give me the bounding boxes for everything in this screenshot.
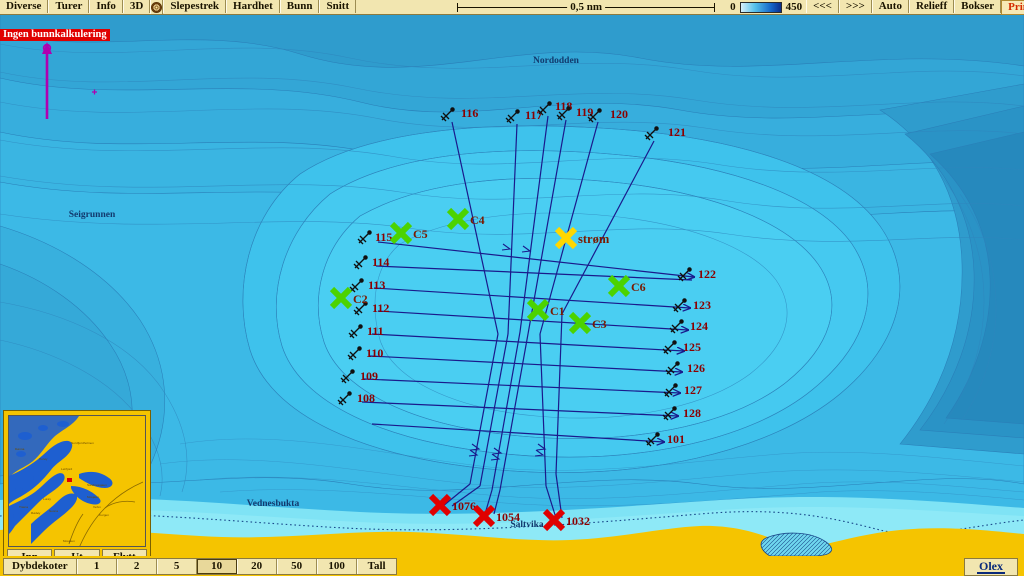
waypoint-label: 112 bbox=[372, 301, 389, 315]
waypoint-label: 114 bbox=[372, 255, 389, 269]
waypoint-label: 123 bbox=[693, 298, 711, 312]
overview-map-image[interactable]: Nordfjordholmen Dønna Leirfjord Sandness… bbox=[8, 415, 146, 547]
svg-text:Mosjøen: Mosjøen bbox=[87, 495, 99, 499]
waypoint-label: 101 bbox=[667, 432, 685, 446]
svg-text:Leirfjord: Leirfjord bbox=[61, 467, 72, 471]
marker-label: 1032 bbox=[566, 514, 590, 528]
menu-diverse[interactable]: Diverse bbox=[0, 0, 49, 13]
menu-turer[interactable]: Turer bbox=[48, 0, 90, 13]
svg-text:Rødøy: Rødøy bbox=[31, 511, 41, 515]
zoom-in-button[interactable]: Inn bbox=[7, 549, 53, 556]
waypoint-label: 117 bbox=[525, 108, 542, 122]
svg-text:Korgen: Korgen bbox=[99, 513, 109, 517]
menu-hardhet[interactable]: Hardhet bbox=[226, 0, 280, 13]
prev-button[interactable]: <<< bbox=[806, 0, 839, 13]
waypoint-label: 108 bbox=[357, 391, 375, 405]
waypoint-label: 128 bbox=[683, 406, 701, 420]
menu-bunn[interactable]: Bunn bbox=[279, 0, 320, 13]
contour-button-100[interactable]: 100 bbox=[316, 558, 357, 574]
print-button[interactable]: Print bbox=[1001, 0, 1024, 15]
marker-label: C5 bbox=[413, 227, 428, 241]
place-label: Nordodden bbox=[533, 56, 580, 66]
auto-button[interactable]: Auto bbox=[871, 0, 909, 13]
overview-buttons: Inn Ut Flytt bbox=[7, 549, 147, 556]
marker-label: C3 bbox=[592, 317, 607, 331]
menu-info[interactable]: Info bbox=[89, 0, 123, 13]
waypoint-label: 119 bbox=[576, 105, 593, 119]
waypoint-label: 111 bbox=[367, 324, 384, 338]
waypoint-label: 124 bbox=[690, 319, 708, 333]
contour-button-2[interactable]: 2 bbox=[116, 558, 157, 574]
pan-button[interactable]: Flytt bbox=[101, 549, 147, 556]
olex-logo: Olex bbox=[964, 558, 1018, 576]
menu-slepestrek[interactable]: Slepestrek bbox=[163, 0, 227, 13]
marker-label: C1 bbox=[550, 304, 565, 318]
menu-snitt[interactable]: Snitt bbox=[319, 0, 357, 13]
contour-button-1[interactable]: 1 bbox=[76, 558, 117, 574]
waypoint-label: 126 bbox=[687, 361, 705, 375]
svg-text:Herøy: Herøy bbox=[39, 457, 48, 461]
marker-label: C4 bbox=[470, 213, 485, 227]
contour-button-5[interactable]: 5 bbox=[156, 558, 197, 574]
olex-logo-text: Olex bbox=[977, 559, 1005, 574]
waypoint-label: 118 bbox=[555, 99, 572, 113]
svg-text:Lurøy: Lurøy bbox=[43, 497, 51, 501]
waypoint-label: 125 bbox=[683, 340, 701, 354]
svg-text:Vefsn: Vefsn bbox=[93, 505, 101, 509]
marker-label: 1076 bbox=[452, 499, 476, 513]
waypoint-label: 113 bbox=[368, 278, 385, 292]
contour-button-tall[interactable]: Tall bbox=[356, 558, 396, 574]
waypoint-label: 122 bbox=[698, 267, 716, 281]
place-label: Vednesbukta bbox=[247, 499, 300, 509]
bokser-button[interactable]: Bokser bbox=[954, 0, 1002, 13]
waypoint-label: 109 bbox=[360, 369, 378, 383]
contour-button-50[interactable]: 50 bbox=[276, 558, 317, 574]
depth-color-ramp[interactable] bbox=[739, 1, 782, 13]
marker-label: 1054 bbox=[496, 510, 520, 524]
top-toolbar: Diverse Turer Info 3D Slepestrek Hardhet… bbox=[0, 0, 1024, 15]
waypoint-label: 116 bbox=[461, 106, 478, 120]
svg-text:Mosjøen: Mosjøen bbox=[63, 539, 75, 543]
place-label: Seigrunnen bbox=[69, 210, 116, 220]
next-button[interactable]: >>> bbox=[838, 0, 872, 13]
waypoint-label: 115 bbox=[375, 230, 392, 244]
compass-icon[interactable] bbox=[150, 0, 164, 14]
svg-text:Dønna: Dønna bbox=[15, 447, 25, 451]
scale-bar: 0,5 nm bbox=[446, 0, 727, 14]
depth-contours-label: Dybdekoter bbox=[4, 558, 77, 574]
olex-chart-application: Diverse Turer Info 3D Slepestrek Hardhet… bbox=[0, 0, 1024, 576]
waypoint-label: 120 bbox=[610, 107, 628, 121]
svg-text:Træna: Træna bbox=[19, 505, 28, 509]
chart-svg: NordoddenSeigrunnenVednesbuktaSaltvika11… bbox=[0, 14, 1024, 556]
scale-label: 0,5 nm bbox=[567, 0, 605, 14]
depth-min-value: 0 bbox=[726, 0, 740, 14]
menu-3d[interactable]: 3D bbox=[122, 0, 151, 13]
warning-banner: Ingen bunnkalkulering bbox=[0, 29, 110, 41]
nautical-chart-canvas[interactable]: Nordodden Seigrunnen Vednesbukta Saltvika 11… bbox=[0, 14, 1024, 556]
overview-map-panel[interactable]: Nordfjordholmen Dønna Leirfjord Sandness… bbox=[3, 410, 151, 556]
svg-text:Nordfjordholmen: Nordfjordholmen bbox=[71, 441, 94, 445]
marker-label: C2 bbox=[353, 292, 368, 306]
waypoint-label: 121 bbox=[668, 125, 686, 139]
waypoint-label: 110 bbox=[366, 346, 383, 360]
marker-label: C6 bbox=[631, 280, 646, 294]
depth-contour-group: Dybdekoter 1 2 5 10 20 50 100 Tall bbox=[3, 557, 397, 575]
svg-text:Sandnessjøen: Sandnessjøen bbox=[87, 483, 107, 487]
contour-button-20[interactable]: 20 bbox=[236, 558, 277, 574]
bottom-toolbar: Dybdekoter 1 2 5 10 20 50 100 Tall Olex bbox=[0, 556, 1024, 576]
contour-button-10[interactable]: 10 bbox=[196, 558, 237, 574]
depth-max-value: 450 bbox=[781, 0, 807, 14]
svg-text:Nesna: Nesna bbox=[49, 509, 58, 513]
waypoint-label: 127 bbox=[684, 383, 702, 397]
relieff-button[interactable]: Relieff bbox=[908, 0, 955, 13]
marker-label: strøm bbox=[578, 232, 610, 246]
zoom-out-button[interactable]: Ut bbox=[54, 549, 100, 556]
